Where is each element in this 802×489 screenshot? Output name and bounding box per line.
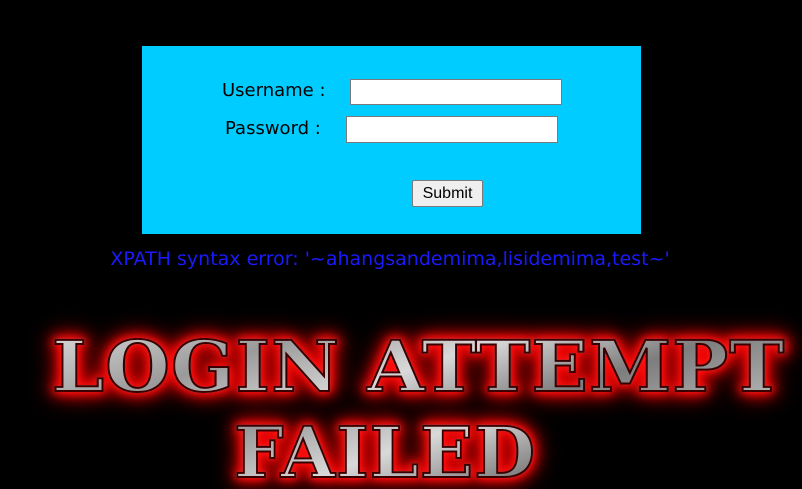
login-failed-banner: LOGIN ATTEMPT FAILED [0, 322, 802, 489]
username-input[interactable] [350, 79, 562, 105]
submit-button[interactable]: Submit [412, 180, 483, 207]
banner-line-login-attempt: LOGIN ATTEMPT [0, 327, 802, 407]
page: Username : Password : Submit XPATH synta… [0, 0, 802, 489]
banner-line-failed: FAILED [0, 413, 780, 489]
password-input[interactable] [346, 116, 558, 143]
xpath-error-message: XPATH syntax error: '~ahangsandemima,lis… [110, 248, 670, 270]
username-label: Username : [222, 80, 326, 101]
login-form-panel: Username : Password : Submit [142, 46, 641, 234]
password-label: Password : [225, 118, 321, 139]
